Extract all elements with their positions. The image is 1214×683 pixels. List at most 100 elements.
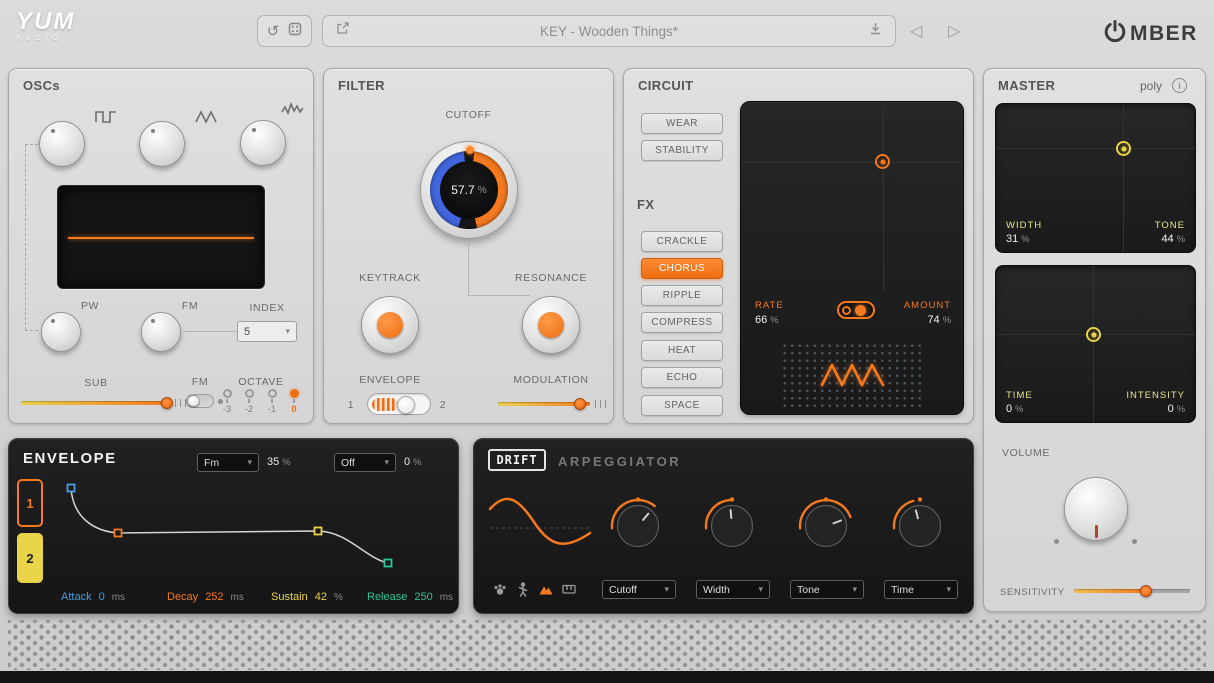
toggle-on-dot: [855, 305, 866, 316]
pw-knob[interactable]: [41, 312, 81, 352]
stage-value[interactable]: 250: [414, 591, 432, 603]
octave-pin[interactable]: [268, 389, 277, 398]
pad-grid-line: [996, 148, 1195, 149]
drift-knob-3[interactable]: [796, 496, 856, 556]
tone-value: 44%: [1161, 233, 1185, 245]
drift-target-2-select[interactable]: Width: [696, 580, 770, 599]
octave-pin[interactable]: [245, 389, 254, 398]
octave-step-selected[interactable]: 0: [283, 389, 305, 415]
fx-button-echo[interactable]: ECHO: [641, 367, 723, 388]
time-intensity-pad[interactable]: TIME 0% INTENSITY 0%: [995, 265, 1196, 423]
tab-drift[interactable]: DRIFT: [488, 449, 546, 471]
env-mod-amount-1[interactable]: 35%: [267, 456, 291, 468]
octave-pin[interactable]: [290, 389, 299, 398]
drift-target-4-select[interactable]: Time: [884, 580, 958, 599]
stage-value[interactable]: 0: [99, 591, 105, 603]
drift-knob-2[interactable]: [702, 496, 762, 556]
chorus-power-toggle[interactable]: [837, 301, 875, 319]
preset-save-icon[interactable]: [868, 21, 883, 41]
envelope-handle-release[interactable]: [385, 560, 392, 567]
drift-mode-person-icon[interactable]: [515, 581, 531, 602]
env-mod-target-2-select[interactable]: Off: [334, 453, 396, 472]
voice-mode-select[interactable]: poly: [1140, 79, 1162, 93]
fx-button-chorus[interactable]: CHORUS: [641, 258, 723, 279]
octave-step[interactable]: -1: [261, 389, 283, 415]
fx-button-crackle[interactable]: CRACKLE: [641, 231, 723, 252]
cutoff-knob[interactable]: 57.7 %: [420, 141, 518, 239]
modulation-slider-handle[interactable]: [574, 398, 586, 410]
modulation-slider[interactable]: [498, 398, 590, 410]
envelope-handle-decay[interactable]: [115, 530, 122, 537]
volume-label: VOLUME: [1002, 447, 1072, 459]
octave-stem: [271, 399, 273, 403]
drift-knob-1[interactable]: [608, 496, 668, 556]
time-intensity-handle[interactable]: [1086, 327, 1101, 342]
stage-value[interactable]: 252: [205, 591, 223, 603]
knob-face[interactable]: [618, 506, 659, 547]
osc1-level-knob[interactable]: [39, 121, 85, 167]
drift-knob-4[interactable]: [890, 496, 950, 556]
fx-button-heat[interactable]: HEAT: [641, 340, 723, 361]
env-mod-target-1-select[interactable]: Fm: [197, 453, 259, 472]
info-icon[interactable]: [1172, 78, 1187, 93]
drift-target-1-select[interactable]: Cutoff: [602, 580, 676, 599]
envelope-tab-2[interactable]: 2: [17, 533, 43, 583]
switch-stripes: [372, 398, 398, 411]
preset-browser-bar[interactable]: KEY - Wooden Things*: [322, 15, 896, 47]
resonance-knob[interactable]: [522, 296, 580, 354]
keytrack-knob[interactable]: [361, 296, 419, 354]
knob-face[interactable]: [806, 506, 847, 547]
width-tone-pad[interactable]: WIDTH 31% TONE 44%: [995, 103, 1196, 253]
drift-mode-paw-icon[interactable]: [492, 581, 508, 602]
knob-face[interactable]: [900, 506, 941, 547]
env-mod-amount-2[interactable]: 0%: [404, 456, 421, 468]
drift-target-3-select[interactable]: Tone: [790, 580, 864, 599]
octave-pin[interactable]: [223, 389, 232, 398]
tab-arpeggiator[interactable]: ARPEGGIATOR: [558, 454, 681, 469]
preset-export-icon[interactable]: [335, 21, 350, 41]
sub-slider-handle[interactable]: [161, 397, 173, 409]
volume-max-dot: [1132, 539, 1137, 544]
modulation-label: MODULATION: [489, 374, 613, 386]
fx-button-compress[interactable]: COMPRESS: [641, 312, 723, 333]
previous-preset-button[interactable]: [910, 21, 922, 41]
stage-value[interactable]: 42: [315, 591, 327, 603]
width-tone-handle[interactable]: [1116, 141, 1131, 156]
stage-unit: ms: [440, 592, 453, 603]
drift-mode-piano-icon[interactable]: [561, 581, 577, 602]
undo-icon[interactable]: [267, 22, 280, 41]
octave-step[interactable]: -2: [238, 389, 260, 415]
drift-mode-mountain-icon[interactable]: [538, 581, 554, 602]
sensitivity-handle[interactable]: [1140, 585, 1152, 597]
volume-knob[interactable]: [1064, 477, 1128, 541]
osc2-level-knob[interactable]: [139, 121, 185, 167]
sensitivity-slider[interactable]: [1074, 585, 1190, 597]
switch-thumb[interactable]: [397, 396, 415, 414]
rate-value[interactable]: 66%: [755, 314, 779, 326]
osc3-level-knob[interactable]: [240, 120, 286, 166]
envelope-tab-1[interactable]: 1: [17, 479, 43, 527]
envelope-graph[interactable]: [51, 479, 456, 591]
envelope-option-2[interactable]: 2: [436, 399, 450, 411]
preset-name[interactable]: KEY - Wooden Things*: [350, 24, 868, 39]
envelope-handle-attack[interactable]: [68, 485, 75, 492]
sub-fm-toggle[interactable]: [186, 394, 214, 408]
octave-step[interactable]: -3: [216, 389, 238, 415]
chorus-xy-handle[interactable]: [875, 154, 890, 169]
amount-value[interactable]: 74%: [927, 314, 951, 326]
index-select[interactable]: 5: [237, 321, 297, 342]
envelope-handle-sustain[interactable]: [315, 528, 322, 535]
sub-slider[interactable]: [21, 397, 171, 409]
envelope-option-1[interactable]: 1: [344, 399, 358, 411]
fm-knob[interactable]: [141, 312, 181, 352]
knob-face[interactable]: [712, 506, 753, 547]
envelope-switch[interactable]: [367, 393, 431, 415]
next-preset-button[interactable]: [948, 21, 960, 41]
sub-slider-track: [21, 401, 171, 405]
fx-button-ripple[interactable]: RIPPLE: [641, 285, 723, 306]
fx-button-space[interactable]: SPACE: [641, 395, 723, 416]
pw-label: PW: [70, 300, 110, 312]
randomize-dice-icon[interactable]: [288, 22, 302, 41]
wear-button[interactable]: WEAR: [641, 113, 723, 134]
stability-button[interactable]: STABILITY: [641, 140, 723, 161]
